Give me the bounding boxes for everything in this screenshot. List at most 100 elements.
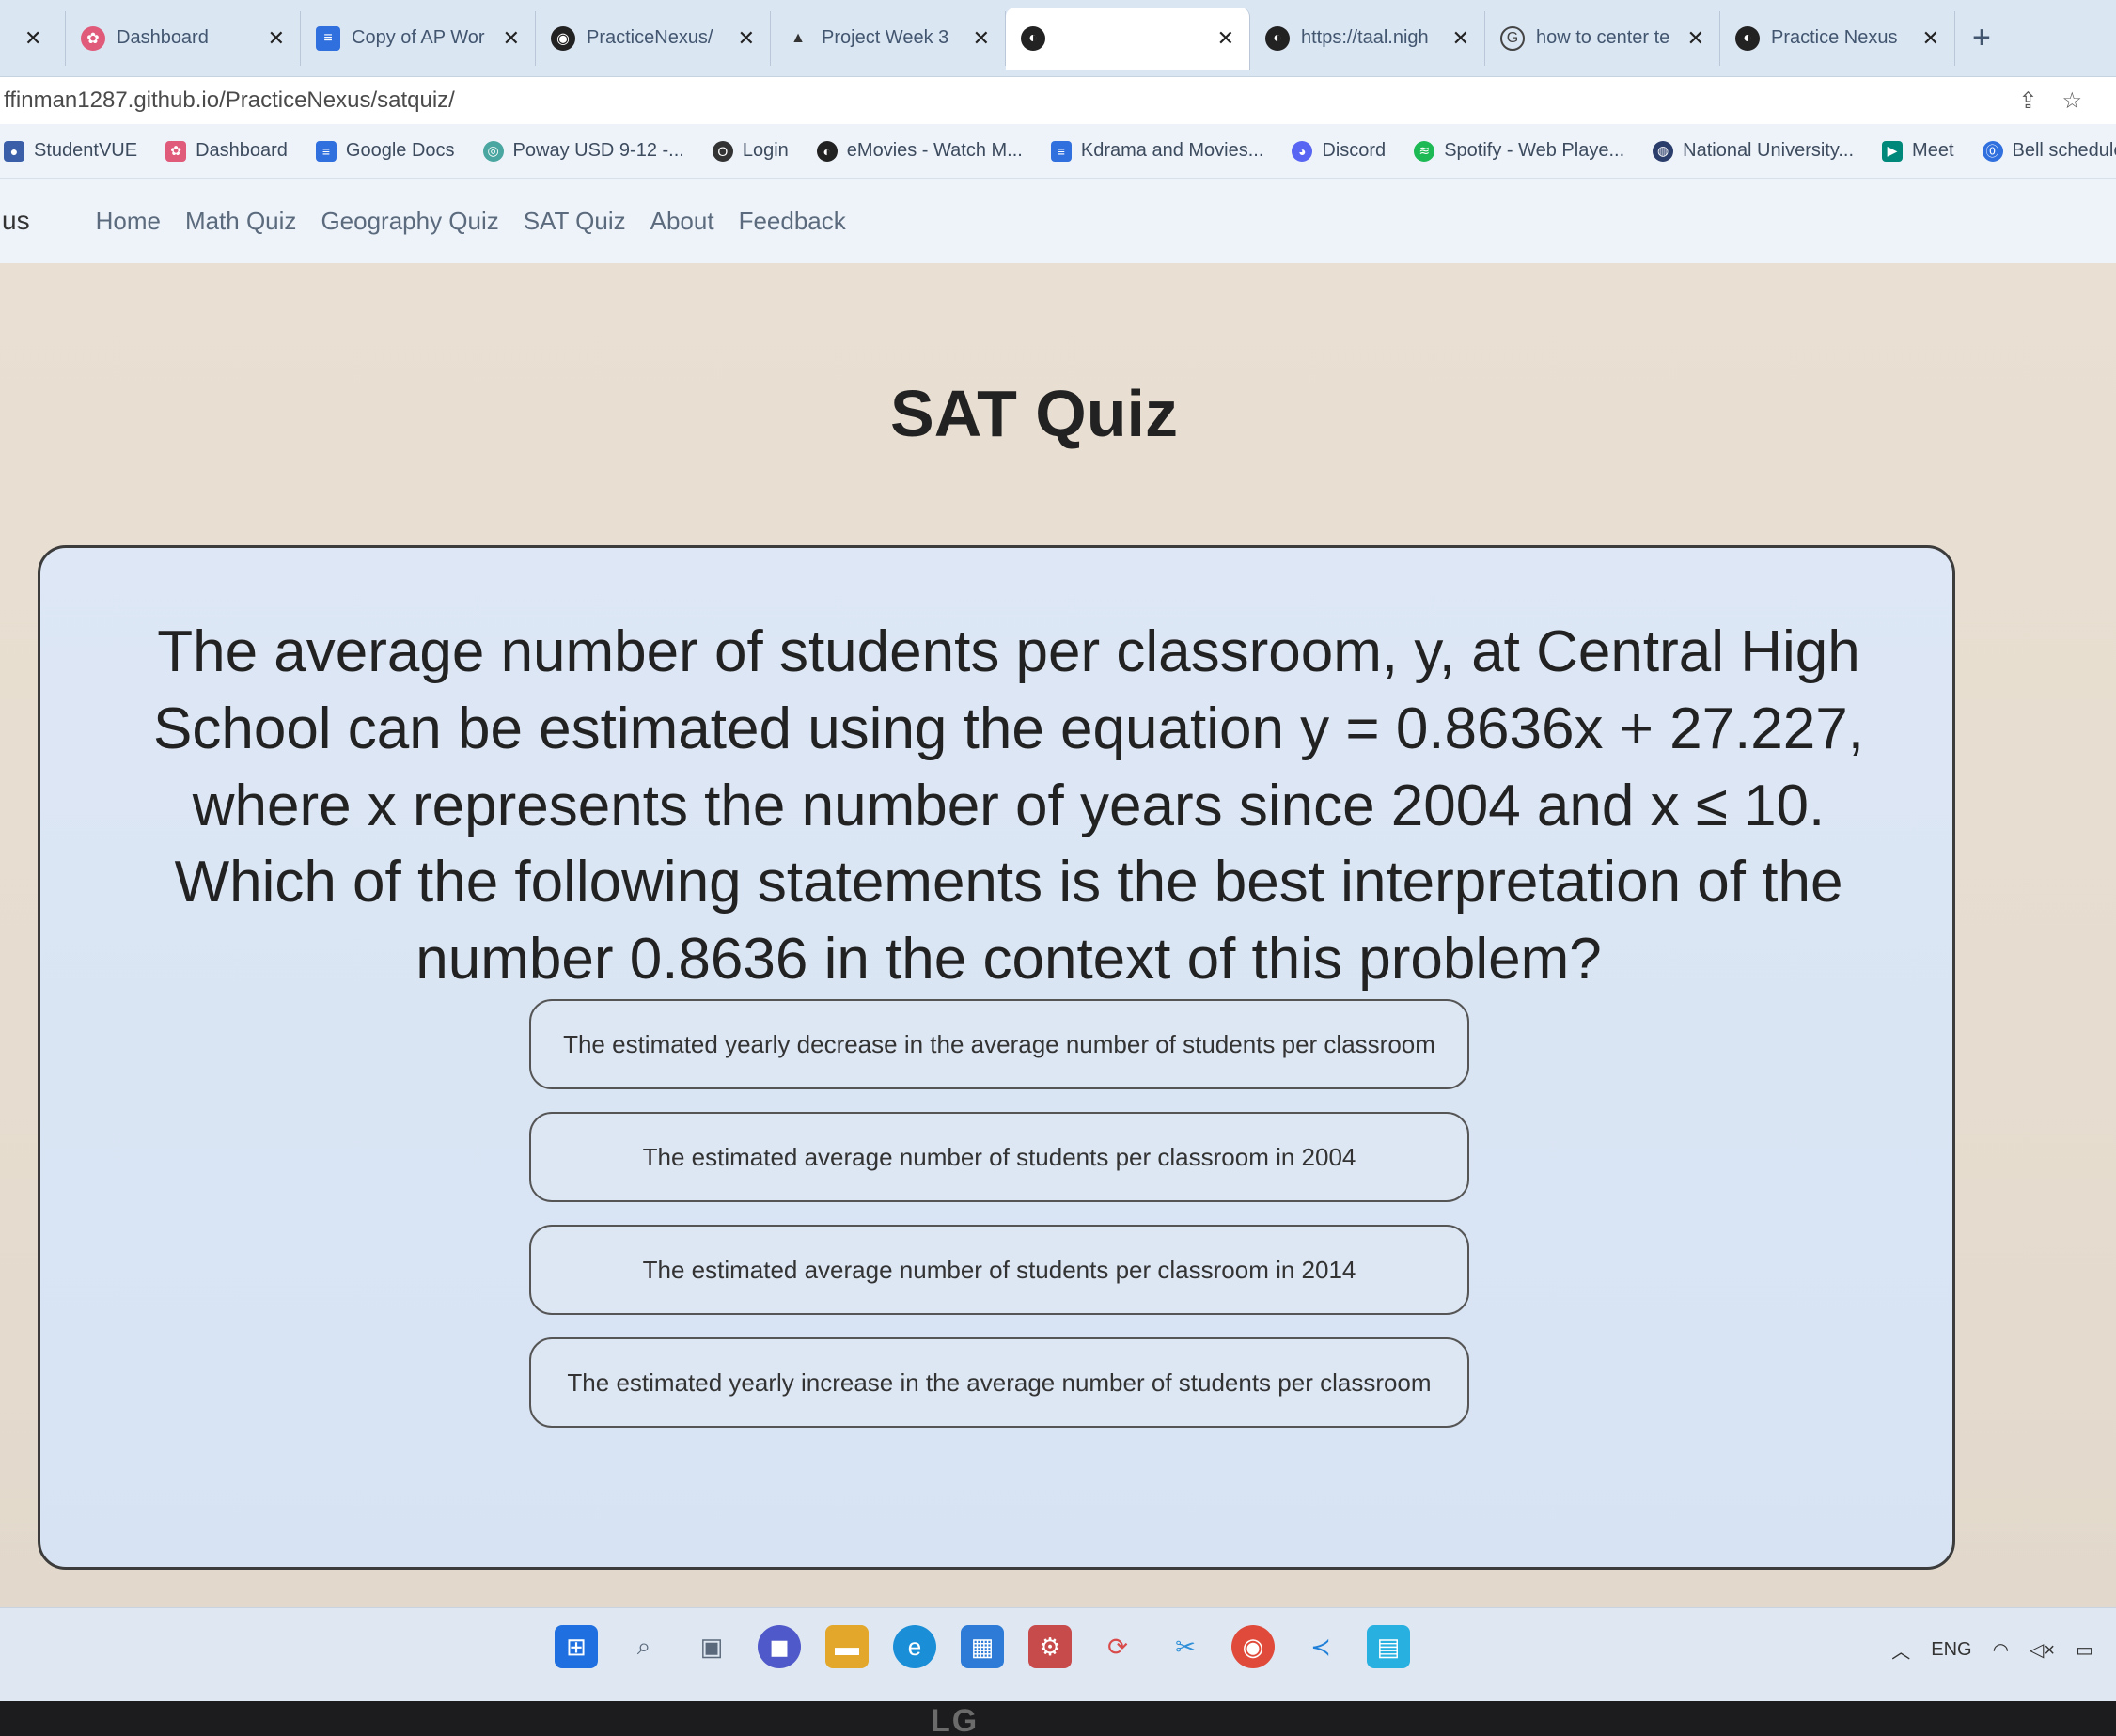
battery-icon[interactable]: ▭ <box>2076 1638 2093 1662</box>
bookmark-label: StudentVUE <box>34 140 138 161</box>
close-icon[interactable]: ✕ <box>738 26 755 51</box>
page-body: SAT Quiz The average number of students … <box>0 263 2116 1607</box>
browser-tab-copy-of-ap[interactable]: ≡ Copy of AP Wor ✕ <box>301 10 536 66</box>
answer-option-a[interactable]: The estimated yearly decrease in the ave… <box>529 999 1469 1089</box>
vscode-icon[interactable]: ≺ <box>1299 1625 1342 1668</box>
bookmark-star-icon[interactable]: ☆ <box>2061 87 2082 115</box>
page-title: SAT Quiz <box>890 377 1178 450</box>
dashboard-icon: ✿ <box>81 25 105 51</box>
university-icon: ◍ <box>1653 140 1674 162</box>
bezel-logo: LG <box>931 1703 980 1736</box>
browser-tab-taal[interactable]: ◐ https://taal.nigh ✕ <box>1250 10 1485 66</box>
settings-app-icon[interactable]: ⚙ <box>1028 1625 1072 1668</box>
bookmark-national-university[interactable]: ◍ National University... <box>1653 140 1854 162</box>
bookmark-studentvue[interactable]: ● StudentVUE <box>4 140 137 162</box>
bookmark-label: Login <box>742 140 789 161</box>
browser-tab-practice-nexus[interactable]: ◐ Practice Nexus ✕ <box>1720 10 1955 66</box>
language-indicator[interactable]: ENG <box>1931 1639 1971 1661</box>
bookmark-emovies[interactable]: ◐ eMovies - Watch M... <box>816 140 1023 162</box>
close-icon[interactable]: ✕ <box>268 26 285 51</box>
file-explorer-icon[interactable]: ▬ <box>825 1625 869 1668</box>
wifi-icon[interactable]: ◠ <box>1993 1638 2009 1662</box>
bookmark-label: Google Docs <box>345 140 455 161</box>
question-text: The average number of students per class… <box>153 619 1864 993</box>
browser-tab-practicenexus-repo[interactable]: ◉ PracticeNexus/ ✕ <box>536 10 771 66</box>
bookmark-meet[interactable]: ▶ Meet <box>1882 140 1954 162</box>
bookmark-label: Bell schedule <box>2012 140 2116 161</box>
browser-tab-how-to-center[interactable]: G how to center te ✕ <box>1485 10 1720 66</box>
chevron-up-icon[interactable]: ︿ <box>1891 1636 1910 1664</box>
google-icon: G <box>1500 25 1525 51</box>
sync-icon[interactable]: ⟳ <box>1096 1625 1139 1668</box>
store-icon[interactable]: ▦ <box>961 1625 1004 1668</box>
site-brand[interactable]: us <box>2 206 30 236</box>
url-text[interactable]: ffinman1287.github.io/PracticeNexus/satq… <box>0 87 455 114</box>
bookmark-login[interactable]: O Login <box>712 140 789 162</box>
browser-tab-dashboard[interactable]: ✿ Dashboard ✕ <box>66 10 301 66</box>
tab-label: Practice Nexus <box>1771 27 1898 48</box>
close-icon[interactable]: ✕ <box>1217 26 1234 51</box>
bookmark-poway-usd[interactable]: ◎ Poway USD 9-12 -... <box>482 140 684 162</box>
new-tab-button[interactable]: + <box>1955 20 2008 56</box>
close-icon[interactable]: ✕ <box>1452 26 1469 51</box>
volume-muted-icon[interactable]: ◁× <box>2030 1638 2055 1662</box>
bookmark-label: Kdrama and Movies... <box>1080 140 1264 161</box>
close-icon[interactable]: ✕ <box>1687 26 1704 51</box>
answer-option-b[interactable]: The estimated average number of students… <box>529 1112 1469 1202</box>
nav-home[interactable]: Home <box>96 207 161 236</box>
quiz-card: The average number of students per class… <box>38 545 1955 1570</box>
edge-icon[interactable]: e <box>893 1625 936 1668</box>
address-bar[interactable]: ffinman1287.github.io/PracticeNexus/satq… <box>0 77 2116 124</box>
nav-sat-quiz[interactable]: SAT Quiz <box>524 207 626 236</box>
bookmark-dashboard[interactable]: ✿ Dashboard <box>165 140 288 162</box>
chat-icon[interactable]: ◼ <box>758 1625 801 1668</box>
search-icon[interactable]: ⌕ <box>622 1625 666 1668</box>
nav-feedback[interactable]: Feedback <box>739 207 846 236</box>
nav-math-quiz[interactable]: Math Quiz <box>185 207 297 236</box>
chrome-icon[interactable]: ◉ <box>1231 1625 1275 1668</box>
site-navbar: us Home Math Quiz Geography Quiz SAT Qui… <box>0 179 2116 263</box>
bookmark-bell-schedule[interactable]: ⓪ Bell schedule <box>1982 140 2116 162</box>
browser-tab-project-week-3[interactable]: ▲ Project Week 3 ✕ <box>771 10 1006 66</box>
docs-icon: ≡ <box>1050 140 1072 162</box>
globe-icon: ◐ <box>1021 25 1045 51</box>
snipping-icon[interactable]: ✂ <box>1164 1625 1207 1668</box>
bookmark-label: Discord <box>1322 140 1387 161</box>
browser-tab-active[interactable]: ◐ ✕ <box>1006 7 1250 70</box>
task-view-icon[interactable]: ▣ <box>690 1625 733 1668</box>
globe-icon: ◐ <box>1265 25 1290 51</box>
nav-geography-quiz[interactable]: Geography Quiz <box>321 207 498 236</box>
tab-label: how to center te <box>1536 27 1670 48</box>
bell-schedule-icon: ⓪ <box>1982 140 2003 162</box>
bookmark-label: eMovies - Watch M... <box>846 140 1023 161</box>
poway-icon: ◎ <box>482 140 504 162</box>
studentvue-icon: ● <box>4 140 24 162</box>
start-icon[interactable]: ⊞ <box>555 1625 598 1668</box>
close-icon[interactable]: ✕ <box>24 26 41 51</box>
bookmark-spotify[interactable]: ≋ Spotify - Web Playe... <box>1414 140 1624 162</box>
login-icon: O <box>712 140 733 162</box>
close-icon[interactable]: ✕ <box>1922 26 1939 51</box>
browser-tab[interactable]: ✕ <box>9 10 66 66</box>
notepad-icon[interactable]: ▤ <box>1367 1625 1410 1668</box>
answer-list: The estimated yearly decrease in the ave… <box>529 999 1469 1428</box>
nav-about[interactable]: About <box>650 207 714 236</box>
bookmark-google-docs[interactable]: ≡ Google Docs <box>315 140 455 162</box>
bookmark-label: Spotify - Web Playe... <box>1444 140 1625 161</box>
answer-option-d[interactable]: The estimated yearly increase in the ave… <box>529 1337 1469 1428</box>
tab-label: Copy of AP Wor <box>352 27 485 48</box>
share-icon[interactable]: ⇪ <box>2018 87 2037 115</box>
browser-tab-strip: ✕ ✿ Dashboard ✕ ≡ Copy of AP Wor ✕ ◉ Pra… <box>0 0 2116 77</box>
windows-taskbar: ⊞ ⌕ ▣ ◼ ▬ e ▦ ⚙ ⟳ ✂ ◉ ≺ ▤ ︿ ENG ◠ ◁× ▭ <box>0 1607 2116 1701</box>
bookmark-label: Dashboard <box>196 140 288 161</box>
tab-label: PracticeNexus/ <box>587 27 713 48</box>
dashboard-icon: ✿ <box>165 140 187 162</box>
tab-label: Dashboard <box>117 27 209 48</box>
spotify-icon: ≋ <box>1414 140 1435 162</box>
close-icon[interactable]: ✕ <box>973 26 990 51</box>
bookmark-kdrama[interactable]: ≡ Kdrama and Movies... <box>1050 140 1264 162</box>
answer-option-c[interactable]: The estimated average number of students… <box>529 1225 1469 1315</box>
tab-label: https://taal.nigh <box>1301 27 1429 48</box>
close-icon[interactable]: ✕ <box>503 26 520 51</box>
bookmark-discord[interactable]: ◕ Discord <box>1292 140 1386 162</box>
